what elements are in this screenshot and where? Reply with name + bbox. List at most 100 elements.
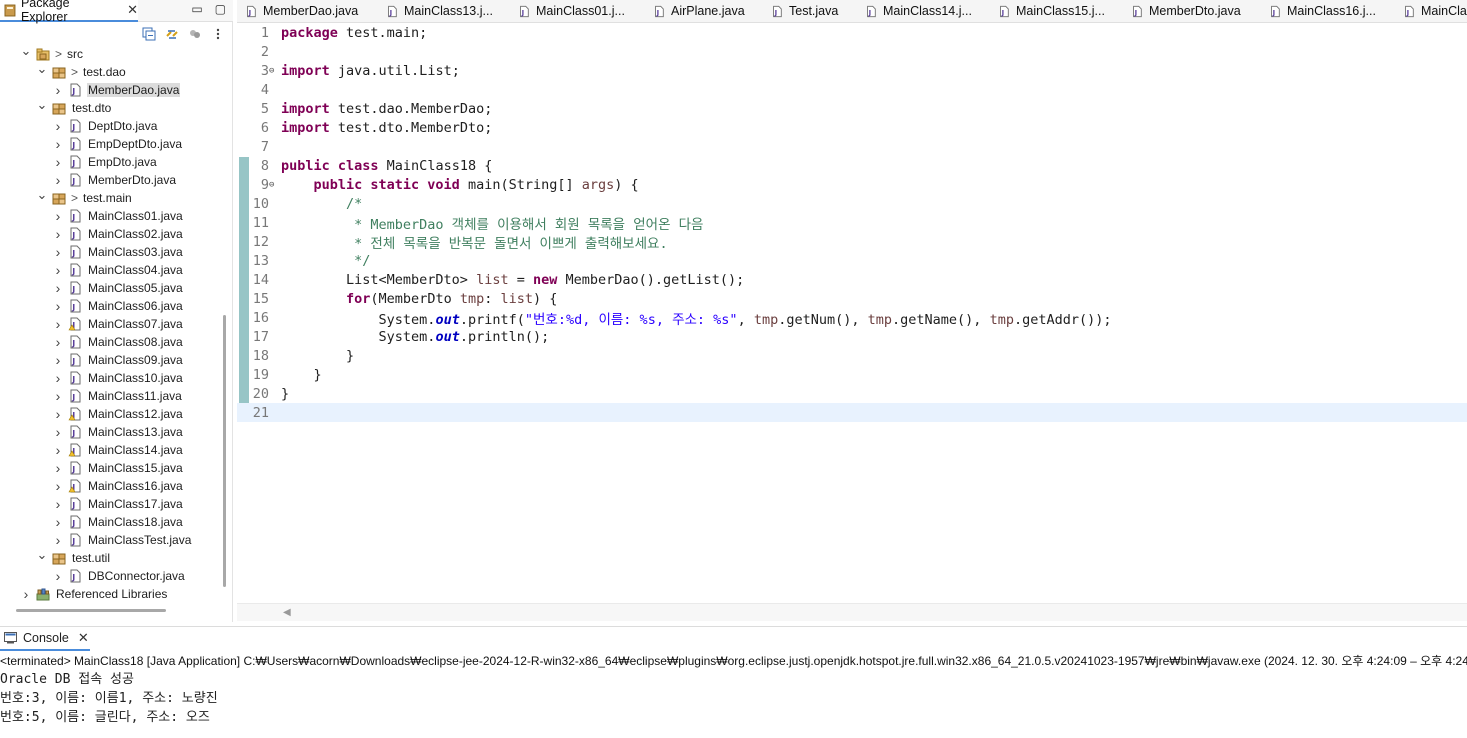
tree-item[interactable]: › J MainClass10.java [52,369,184,387]
editor-tab[interactable]: J MainClass14.j... [865,0,972,22]
code-line[interactable]: 4 [237,80,1467,99]
code-line[interactable]: 3 ⊖ import java.util.List; [237,61,1467,80]
tree-item[interactable]: › J MainClass03.java [52,243,184,261]
chevron-right-icon[interactable]: › [52,352,64,368]
tree-item[interactable]: › J MainClass07.java [52,315,184,333]
tree-item[interactable]: › J MainClass18.java [52,513,184,531]
code-line[interactable]: 17 System.out.println(); [237,327,1467,346]
close-icon[interactable]: ✕ [127,2,138,18]
code-line[interactable]: 21 [237,403,1467,422]
editor-tab[interactable]: J MainClass15.j... [998,0,1105,22]
code-line[interactable]: 8 public class MainClass18 { [237,156,1467,175]
code-line[interactable]: 12 * 전체 목록을 반복문 돌면서 이쁘게 출력해보세요. [237,232,1467,252]
code-line[interactable]: 2 [237,42,1467,61]
chevron-right-icon[interactable]: › [52,532,64,548]
tree-item[interactable]: › J MainClass08.java [52,333,184,351]
chevron-right-icon[interactable]: › [52,442,64,458]
tree-item[interactable]: ⌄ test.dto [36,97,112,117]
tree-item[interactable]: › J MainClass05.java [52,279,184,297]
chevron-right-icon[interactable]: › [52,208,64,224]
tree-item[interactable]: › J MainClass06.java [52,297,184,315]
tree-item[interactable]: › J MemberDto.java [52,171,177,189]
chevron-right-icon[interactable]: › [52,496,64,512]
code-line[interactable]: 19 } [237,365,1467,384]
code-line[interactable]: 15 for(MemberDto tmp: list) { [237,289,1467,308]
scroll-left-icon[interactable]: ◀ [283,607,291,618]
code-line[interactable]: 5 import test.dao.MemberDao; [237,99,1467,118]
tree-item[interactable]: › J MainClass16.java [52,477,184,495]
chevron-right-icon[interactable]: › [52,334,64,350]
chevron-down-icon[interactable]: ⌄ [20,45,32,58]
code-line[interactable]: 7 [237,137,1467,156]
chevron-right-icon[interactable]: › [52,298,64,314]
chevron-right-icon[interactable]: › [52,82,64,98]
chevron-down-icon[interactable]: ⌄ [36,187,48,202]
tree-item[interactable]: › J EmpDeptDto.java [52,135,183,153]
tree-item[interactable]: ⌄ > src [20,45,84,63]
chevron-right-icon[interactable]: › [52,280,64,296]
chevron-right-icon[interactable]: › [52,136,64,152]
code-line[interactable]: 20} [237,384,1467,403]
chevron-right-icon[interactable]: › [52,568,64,584]
code-line[interactable]: 16 System.out.printf("번호:%d, 이름: %s, 주소:… [237,308,1467,328]
tree-item[interactable]: › J MainClass09.java [52,351,184,369]
tab-console[interactable]: Console ✕ [0,627,90,651]
maximize-icon[interactable]: ▢ [215,2,226,16]
fold-collapse-icon[interactable]: ⊖ [269,66,281,76]
minimize-icon[interactable]: ▭ [191,2,202,16]
editor-tab[interactable]: J MemberDao.java [245,0,358,22]
console-output[interactable]: Oracle DB 접속 성공 번호:3, 이름: 이름1, 주소: 노량진 번호:… [0,670,1467,727]
chevron-right-icon[interactable]: › [52,316,64,332]
link-with-editor-icon[interactable] [165,27,179,41]
tree-item[interactable]: › J MainClass14.java [52,441,184,459]
chevron-right-icon[interactable]: › [52,460,64,476]
chevron-down-icon[interactable]: ⌄ [36,97,48,112]
chevron-right-icon[interactable]: › [52,244,64,260]
chevron-right-icon[interactable]: › [52,478,64,494]
tree-item[interactable]: › J MainClass01.java [52,207,184,225]
editor-tab[interactable]: J AirPlane.java [653,0,745,22]
editor-tab[interactable]: J MemberDto.java [1131,0,1241,22]
chevron-right-icon[interactable]: › [52,262,64,278]
code-line[interactable]: 14 List<MemberDto> list = new MemberDao(… [237,270,1467,289]
tree-item[interactable]: › J MainClass04.java [52,261,184,279]
chevron-right-icon[interactable]: › [52,388,64,404]
tree-item[interactable]: › J DBConnector.java [52,567,186,585]
chevron-right-icon[interactable]: › [52,514,64,530]
tree-item[interactable]: › J DeptDto.java [52,117,158,135]
chevron-right-icon[interactable]: › [52,370,64,386]
view-menu-icon[interactable] [211,27,225,41]
chevron-right-icon[interactable]: › [52,226,64,242]
chevron-right-icon[interactable]: › [52,424,64,440]
code-line[interactable]: 9 ⊖ public static void main(String[] args… [237,175,1467,194]
chevron-right-icon[interactable]: › [52,406,64,422]
editor-tab[interactable]: J MainClass01.j... [518,0,625,22]
horizontal-scrollbar[interactable] [16,609,166,612]
chevron-right-icon[interactable]: › [20,586,32,602]
tree-item[interactable]: › Referenced Libraries [20,585,168,603]
code-line[interactable]: 10 /* [237,194,1467,213]
editor-tab[interactable]: J Test.java [771,0,838,22]
tree-item[interactable]: › J MainClass17.java [52,495,184,513]
code-line[interactable]: 18 } [237,346,1467,365]
chevron-down-icon[interactable]: ⌄ [36,547,48,562]
tree-item[interactable]: › J MainClass15.java [52,459,184,477]
tab-package-explorer[interactable]: Package Explorer ✕ [0,0,138,24]
filter-icon[interactable] [188,27,202,41]
code-line[interactable]: 11 * MemberDao 객체를 이용해서 회원 목록을 얻어온 다음 [237,213,1467,233]
tree-item[interactable]: ⌄ > test.main [36,187,133,207]
collapse-all-icon[interactable] [142,27,156,41]
tree-item[interactable]: › J MemberDao.java [52,81,181,99]
code-line[interactable]: 13 */ [237,251,1467,270]
chevron-down-icon[interactable]: ⌄ [36,61,48,76]
chevron-right-icon[interactable]: › [52,118,64,134]
tree-item[interactable]: ⌄ test.util [36,547,111,567]
vertical-scrollbar[interactable] [223,315,226,587]
tree-item[interactable]: ⌄ > test.dao [36,61,127,81]
tree-item[interactable]: › J MainClass11.java [52,387,183,405]
tree-item[interactable]: › J MainClass12.java [52,405,184,423]
editor-tab[interactable]: J MainClass13.j... [386,0,493,22]
chevron-right-icon[interactable]: › [52,154,64,170]
editor-tab[interactable]: J MainClas [1403,0,1467,22]
tree-item[interactable]: › J MainClass02.java [52,225,184,243]
